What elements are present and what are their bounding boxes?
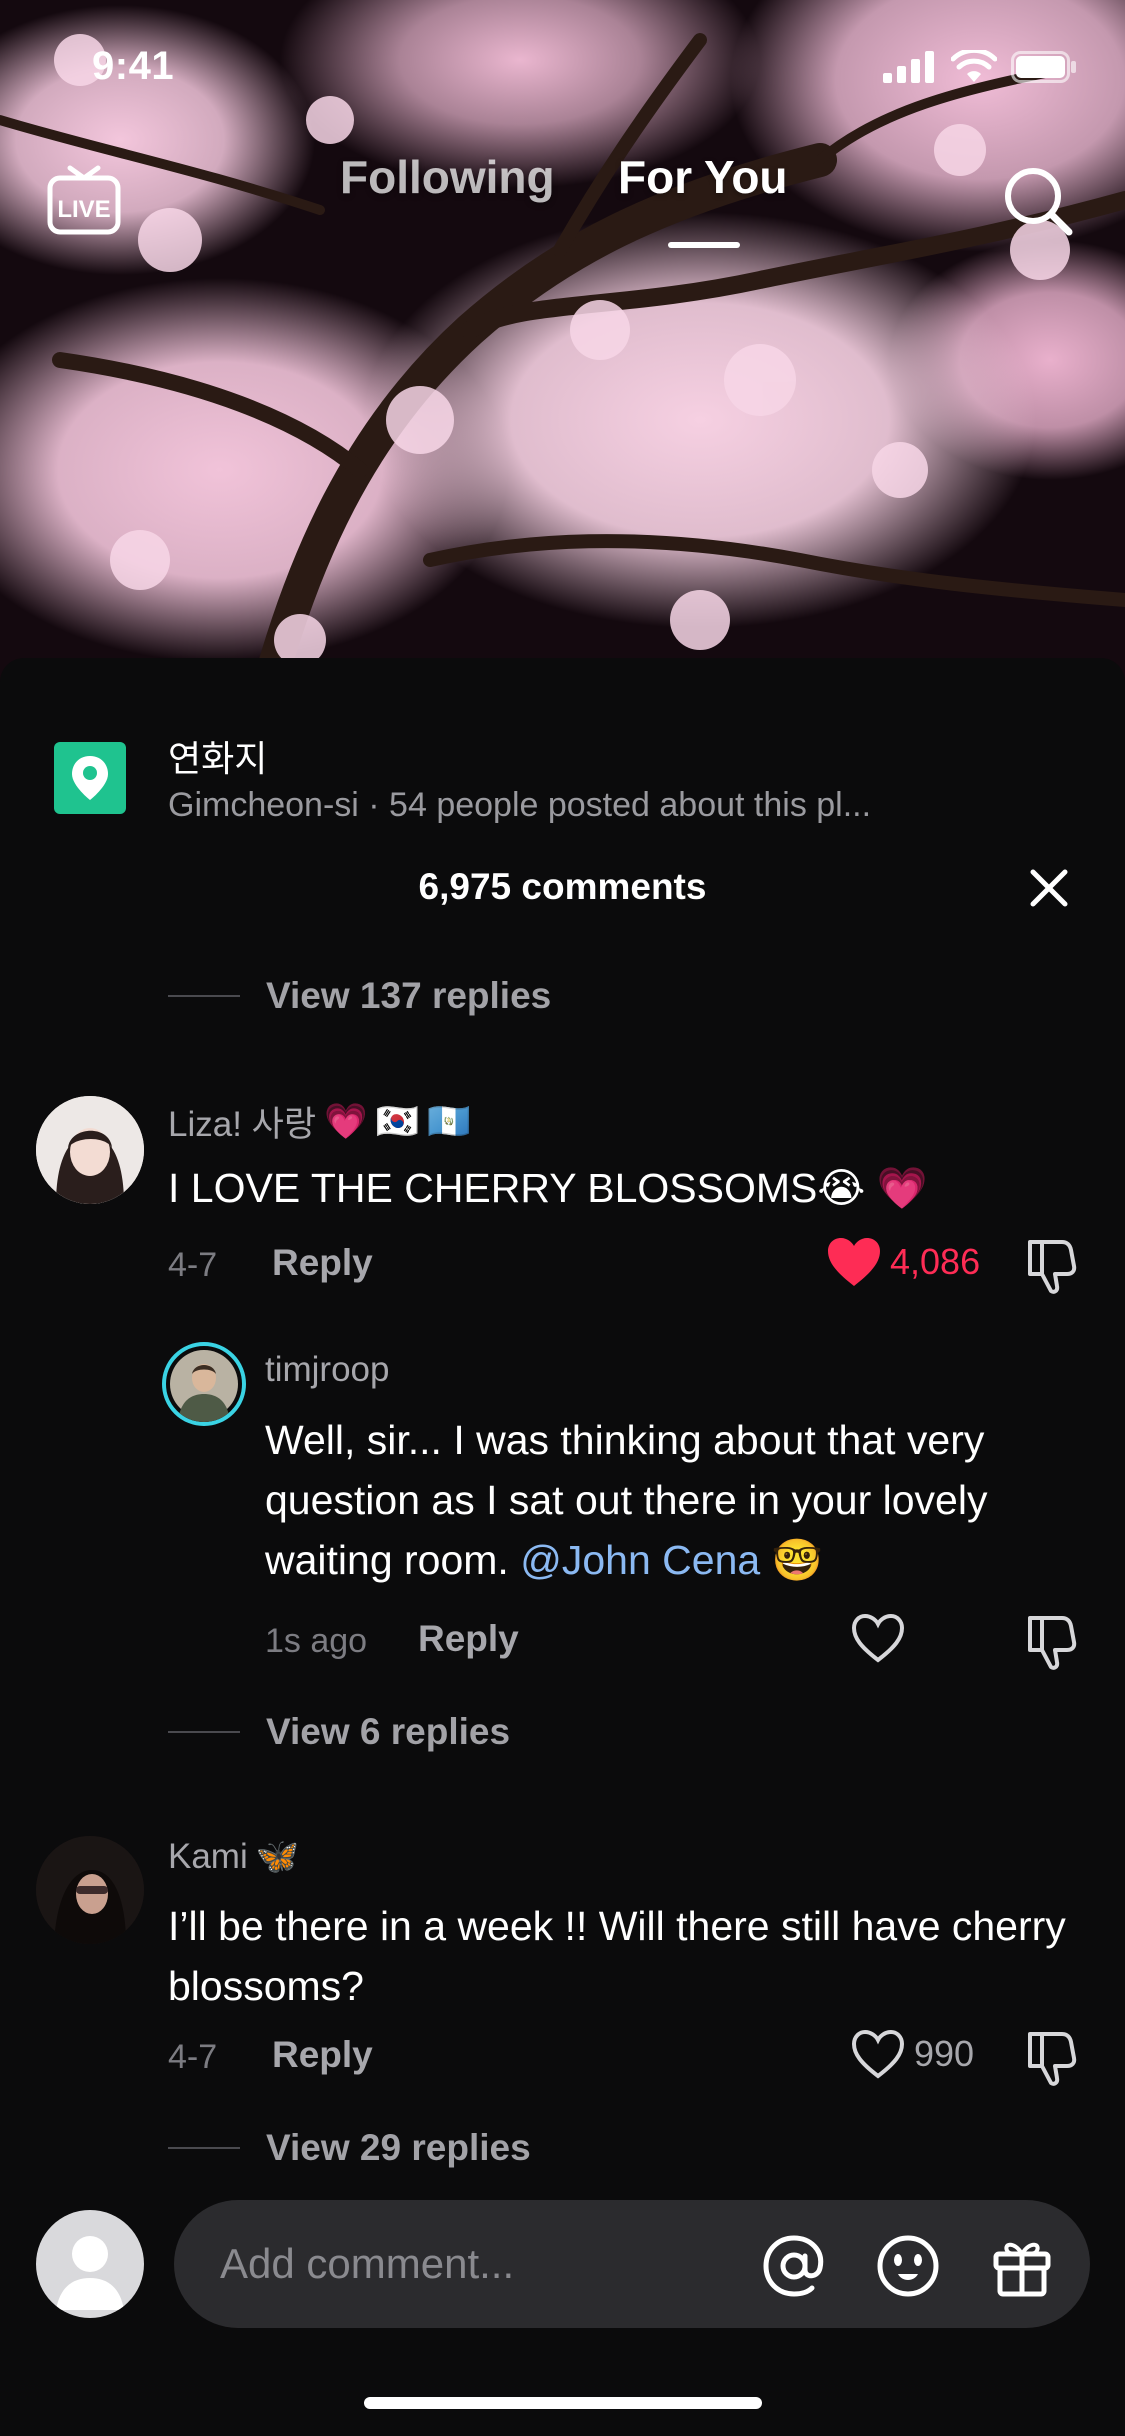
- screen: 9:41 LIVE Following For You 연화지 Gimcheon…: [0, 0, 1125, 2436]
- username-text: Liza! 사랑: [168, 1105, 317, 1144]
- avatar[interactable]: [36, 1836, 144, 1944]
- reply-button[interactable]: Reply: [272, 2034, 373, 2076]
- live-icon[interactable]: LIVE: [46, 162, 122, 238]
- avatar-image: [36, 1836, 144, 1944]
- like-button[interactable]: 4,086: [826, 1236, 980, 1288]
- user-avatar[interactable]: [36, 2210, 144, 2318]
- comment-text: Well, sir... I was thinking about that v…: [265, 1410, 1085, 1590]
- username-text: Kami: [168, 1836, 248, 1876]
- location-name: 연화지: [168, 739, 268, 780]
- tab-for-you[interactable]: For You: [618, 150, 788, 204]
- heart-icon: [828, 1238, 880, 1286]
- avatar-image: [36, 1096, 144, 1204]
- view-replies-button[interactable]: View 137 replies: [168, 972, 551, 1020]
- comment-date: 4-7: [168, 1246, 218, 1284]
- comment-body: I LOVE THE CHERRY BLOSSOMS: [168, 1165, 818, 1211]
- default-avatar-icon: [56, 2236, 124, 2310]
- divider-line: [168, 2147, 240, 2149]
- comments-sheet: 연화지 Gimcheon-si · 54 people posted about…: [0, 658, 1125, 2436]
- location-subtitle: Gimcheon-si · 54 people posted about thi…: [168, 786, 872, 824]
- location-row[interactable]: 연화지 Gimcheon-si · 54 people posted about…: [0, 694, 1125, 824]
- top-nav: LIVE Following For You: [0, 150, 1125, 260]
- at-icon[interactable]: [760, 2232, 828, 2300]
- heart-outline-icon: [851, 1613, 905, 1663]
- divider-line: [168, 995, 240, 997]
- avatar[interactable]: [36, 1096, 144, 1204]
- crying-emoji: 😭: [817, 1165, 866, 1211]
- mention-link[interactable]: @John Cena: [520, 1537, 760, 1583]
- comment-username[interactable]: Kami 🦋: [168, 1836, 299, 1877]
- view-replies-button[interactable]: View 29 replies: [168, 2124, 531, 2172]
- active-tab-indicator: [668, 242, 740, 248]
- view-replies-label: View 137 replies: [266, 975, 552, 1016]
- comment-username[interactable]: timjroop: [265, 1350, 389, 1390]
- svg-text:LIVE: LIVE: [57, 196, 110, 223]
- view-replies-button[interactable]: View 6 replies: [168, 1708, 510, 1756]
- status-icons: [883, 50, 1077, 84]
- like-count: 990: [914, 2033, 975, 2074]
- flag-emoji: 🇬🇹: [427, 1102, 471, 1141]
- divider-line: [168, 1731, 240, 1733]
- emoji-icon[interactable]: [874, 2232, 942, 2300]
- reply-button[interactable]: Reply: [272, 1242, 373, 1284]
- comment-text: I’ll be there in a week !! Will there st…: [168, 1903, 1066, 2009]
- heart-emoji: 💗: [324, 1102, 368, 1141]
- like-button[interactable]: 990: [850, 2028, 974, 2080]
- home-indicator[interactable]: [364, 2397, 762, 2409]
- status-bar: 9:41: [0, 0, 1125, 135]
- avatar-image: [170, 1350, 238, 1422]
- butterfly-emoji: 🦋: [255, 1837, 300, 1876]
- view-replies-label: View 29 replies: [266, 2127, 531, 2168]
- battery-icon: [1011, 51, 1076, 83]
- comment-input-bar: [0, 2190, 1125, 2340]
- heart-outline-icon: [851, 2029, 905, 2079]
- wifi-icon: [951, 50, 997, 82]
- close-icon[interactable]: [1027, 866, 1071, 910]
- dislike-icon[interactable]: [1022, 1612, 1082, 1672]
- comments-count: 6,975 comments: [418, 866, 707, 907]
- nerd-emoji: 🤓: [771, 1537, 823, 1583]
- search-icon[interactable]: [999, 162, 1075, 238]
- flag-emoji: 🇰🇷: [375, 1102, 420, 1141]
- view-replies-label: View 6 replies: [266, 1711, 511, 1752]
- comment-text: I LOVE THE CHERRY BLOSSOMS😭 💗: [168, 1158, 1048, 1218]
- comment-username[interactable]: Liza! 사랑 💗 🇰🇷 🇬🇹: [168, 1096, 471, 1147]
- tab-following[interactable]: Following: [340, 150, 555, 204]
- comment-date: 1s ago: [265, 1622, 368, 1660]
- comment-date: 4-7: [168, 2038, 218, 2076]
- dislike-icon[interactable]: [1022, 2028, 1082, 2088]
- reply-button[interactable]: Reply: [418, 1618, 519, 1660]
- heart-emoji: 💗: [876, 1165, 928, 1211]
- location-pin-icon: [54, 742, 126, 814]
- dislike-icon[interactable]: [1022, 1236, 1082, 1296]
- cellular-signal-icon: [883, 51, 934, 83]
- status-time: 9:41: [92, 44, 175, 88]
- like-count: 4,086: [890, 1241, 981, 1282]
- like-button[interactable]: [850, 1612, 914, 1664]
- gift-icon[interactable]: [988, 2232, 1056, 2300]
- comment-input[interactable]: [174, 2200, 1090, 2328]
- avatar[interactable]: [162, 1342, 246, 1426]
